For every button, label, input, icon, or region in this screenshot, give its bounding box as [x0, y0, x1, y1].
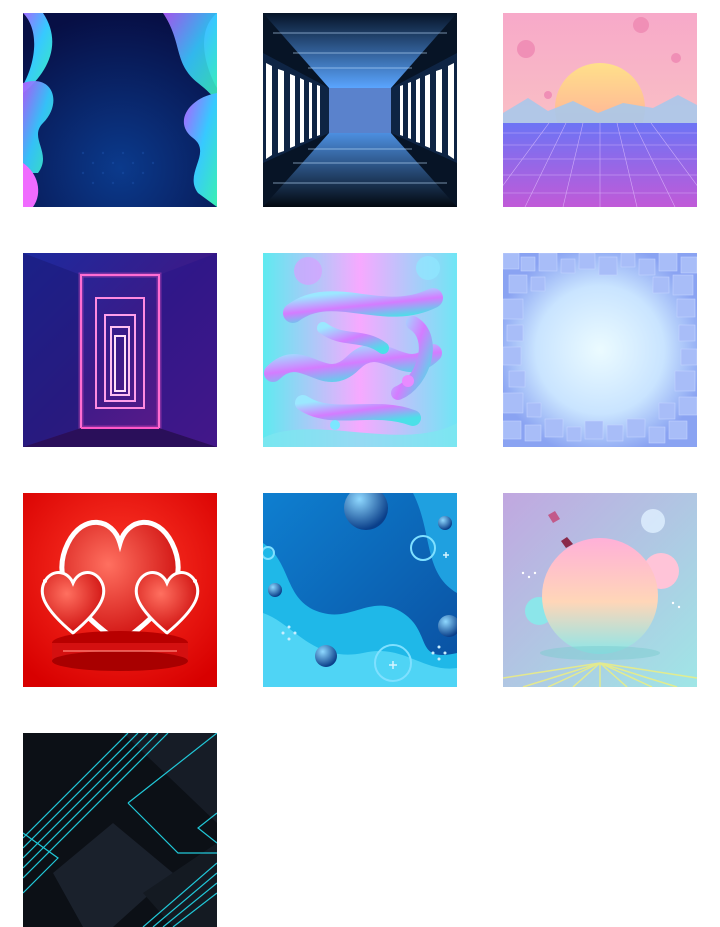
abstract-fluid-image: [23, 13, 217, 207]
tunnel-image: [23, 253, 217, 447]
gallery-item-valentine-hearts-podium[interactable]: [23, 493, 217, 687]
gallery-item-neon-corridor-blue[interactable]: [263, 13, 457, 207]
gallery-item-holographic-fluid[interactable]: [263, 253, 457, 447]
gallery-item-synthwave-sunset[interactable]: [503, 13, 697, 207]
landscape-image: [503, 13, 697, 207]
corridor-image: [263, 13, 457, 207]
gallery-item-blue-fluid-spheres[interactable]: [263, 493, 457, 687]
geometric-image: [23, 733, 217, 927]
abstract-fluid-image: [263, 253, 457, 447]
image-gallery: [0, 0, 720, 927]
sphere-image: [503, 493, 697, 687]
gallery-item-pastel-sphere[interactable]: [503, 493, 697, 687]
hearts-image: [23, 493, 217, 687]
cube-frame-image: [503, 253, 697, 447]
gallery-item-liquid-neon-waves[interactable]: [23, 13, 217, 207]
gallery-item-dark-cyan-geometry[interactable]: [23, 733, 217, 927]
spheres-image: [263, 493, 457, 687]
gallery-item-neon-tunnel-pink[interactable]: [23, 253, 217, 447]
gallery-item-cube-frame-blue[interactable]: [503, 253, 697, 447]
